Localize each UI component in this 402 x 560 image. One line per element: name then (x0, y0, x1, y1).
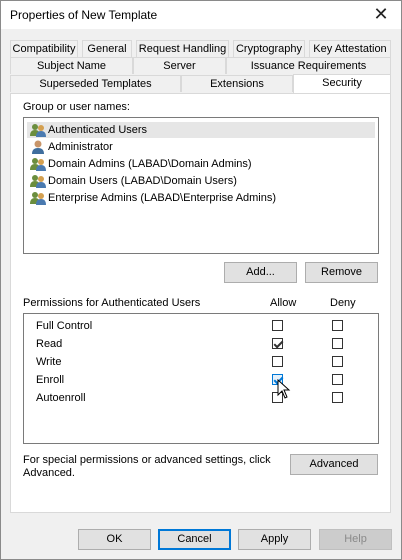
advanced-button[interactable]: Advanced (290, 454, 378, 475)
deny-checkbox[interactable] (332, 392, 343, 403)
window-title: Properties of New Template (10, 8, 158, 22)
user-name: Domain Users (LABAD\Domain Users) (48, 175, 237, 187)
allow-checkbox[interactable] (272, 356, 283, 367)
list-item[interactable]: Administrator (27, 139, 375, 155)
properties-dialog: Properties of New Template ✕ Compatibili… (0, 0, 402, 560)
permission-name: Write (36, 356, 62, 368)
deny-checkbox[interactable] (332, 320, 343, 331)
user-name: Enterprise Admins (LABAD\Enterprise Admi… (48, 192, 277, 204)
user-name: Domain Admins (LABAD\Domain Admins) (48, 158, 252, 170)
tab-compatibility[interactable]: Compatibility (10, 40, 78, 57)
permission-name: Full Control (36, 320, 93, 332)
mouse-cursor-icon (277, 379, 291, 399)
permission-name: Autoenroll (36, 392, 86, 404)
add-button[interactable]: Add... (224, 262, 297, 283)
tab-key-attestation[interactable]: Key Attestation (309, 40, 391, 57)
permission-name: Enroll (36, 374, 65, 386)
tab-extensions[interactable]: Extensions (181, 75, 293, 92)
list-item[interactable]: Authenticated Users (27, 122, 375, 138)
user-name: Administrator (48, 141, 113, 153)
tab-request-handling[interactable]: Request Handling (136, 40, 229, 57)
deny-header: Deny (330, 297, 356, 309)
permissions-list: Full Control Read Write Enroll Autoenrol… (23, 313, 379, 444)
allow-checkbox[interactable] (272, 338, 283, 349)
allow-checkbox[interactable] (272, 320, 283, 331)
tab-server[interactable]: Server (133, 57, 226, 74)
help-button: Help (319, 529, 392, 550)
cancel-button[interactable]: Cancel (158, 529, 231, 550)
group-label: Group or user names: (23, 101, 130, 113)
title-bar: Properties of New Template ✕ (1, 1, 401, 29)
tab-superseded-templates[interactable]: Superseded Templates (10, 75, 181, 92)
ok-button[interactable]: OK (78, 529, 151, 550)
permission-name: Read (36, 338, 63, 350)
group-users-icon (30, 175, 46, 188)
list-item[interactable]: Domain Admins (LABAD\Domain Admins) (27, 156, 375, 172)
tab-cryptography[interactable]: Cryptography (233, 40, 305, 57)
allow-header: Allow (270, 297, 297, 309)
close-icon[interactable]: ✕ (369, 4, 393, 26)
apply-button[interactable]: Apply (238, 529, 311, 550)
group-users-icon (30, 192, 46, 205)
special-permissions-text: For special permissions or advanced sett… (23, 454, 271, 479)
user-name: Authenticated Users (48, 124, 148, 136)
remove-button[interactable]: Remove (305, 262, 378, 283)
single-user-icon (32, 140, 44, 154)
list-item[interactable]: Domain Users (LABAD\Domain Users) (27, 173, 375, 189)
tab-issuance-requirements[interactable]: Issuance Requirements (226, 57, 391, 74)
permissions-label: Permissions for Authenticated Users (23, 297, 201, 309)
tab-security[interactable]: Security (293, 74, 391, 93)
deny-checkbox[interactable] (332, 338, 343, 349)
tab-general[interactable]: General (82, 40, 132, 57)
group-users-icon (30, 124, 46, 137)
list-item[interactable]: Enterprise Admins (LABAD\Enterprise Admi… (27, 190, 375, 206)
deny-checkbox[interactable] (332, 356, 343, 367)
tab-subject-name[interactable]: Subject Name (10, 57, 133, 74)
user-list[interactable]: Authenticated Users Administrator Domain… (23, 117, 379, 254)
group-users-icon (30, 158, 46, 171)
deny-checkbox[interactable] (332, 374, 343, 385)
